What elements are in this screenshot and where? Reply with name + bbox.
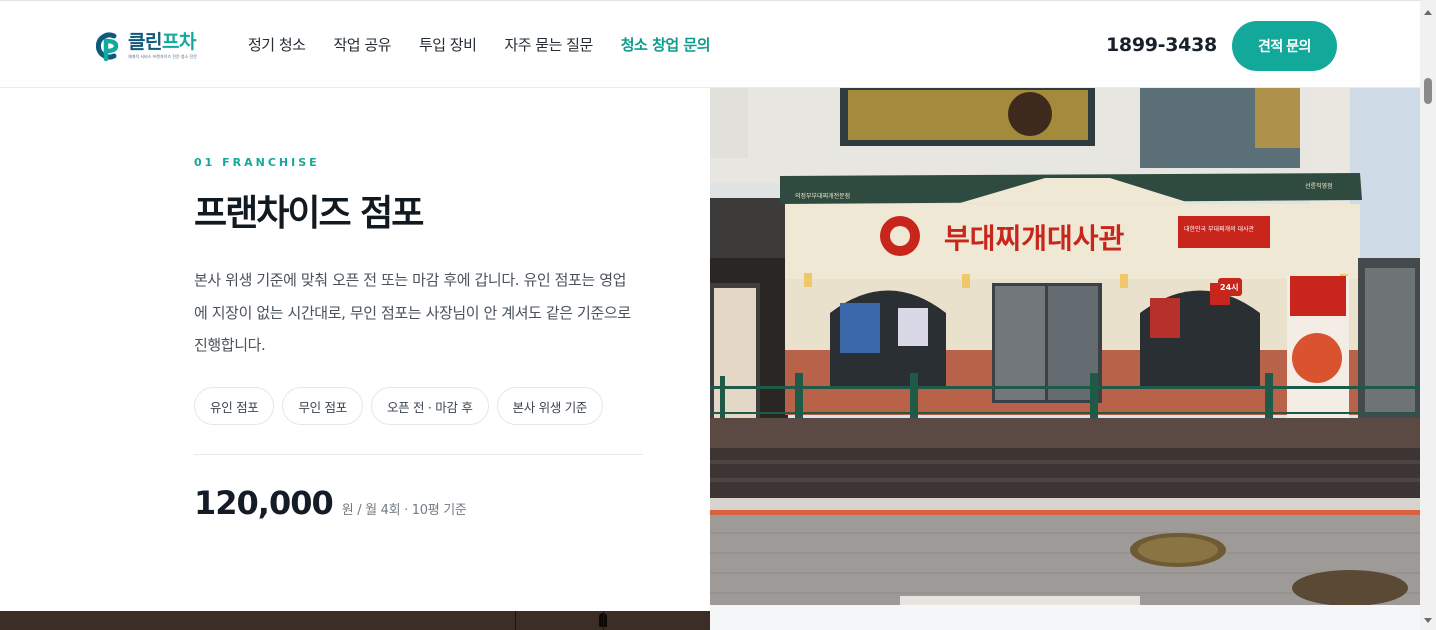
logo[interactable]: 클린프차 체계적 서비스 프랜차이즈 전문 청소 전문	[92, 29, 197, 63]
tag-list: 유인 점포 무인 점포 오픈 전 · 마감 후 본사 위생 기준	[194, 387, 604, 425]
logo-name-accent: 프차	[161, 31, 196, 53]
tag-staffed-store: 유인 점포	[194, 387, 275, 425]
sign-branch-text: 선릉직영점	[1305, 182, 1333, 190]
logo-mark-icon	[92, 30, 124, 62]
nav-item-startup-inquiry[interactable]: 청소 창업 문의	[621, 35, 711, 55]
quote-inquiry-button[interactable]: 견적 문의	[1232, 21, 1337, 71]
divider	[194, 454, 643, 455]
tag-before-after-hours: 오픈 전 · 마감 후	[370, 387, 489, 425]
section-title: 프랜차이즈 점포	[194, 193, 424, 234]
phone-number[interactable]: 1899-3438	[1106, 34, 1217, 56]
logo-tagline: 체계적 서비스 프랜차이즈 전문 청소 전문	[128, 54, 197, 59]
main-nav: 정기 청소 작업 공유 투입 장비 자주 묻는 질문 청소 창업 문의	[248, 35, 711, 55]
section-eyebrow: 01 FRANCHISE	[194, 156, 320, 169]
nav-item-work-share[interactable]: 작업 공유	[333, 35, 391, 55]
sign-main-text: 부대찌개대사관	[944, 222, 1125, 255]
price-value: 120,000	[194, 484, 334, 522]
pendant-lamp-cord	[515, 611, 516, 630]
price: 120,000 원 / 월 4회 · 10평 기준	[194, 484, 467, 522]
next-section-background	[710, 605, 1420, 630]
nav-item-equipment[interactable]: 투입 장비	[419, 35, 477, 55]
tag-hq-hygiene-standard: 본사 위생 기준	[496, 387, 604, 425]
nav-item-regular-cleaning[interactable]: 정기 청소	[248, 35, 306, 55]
scroll-thumb[interactable]	[1424, 78, 1432, 104]
badge-24h: 24시	[1220, 283, 1239, 292]
page-scrollbar[interactable]	[1420, 0, 1436, 630]
scroll-down-arrow-icon[interactable]	[1420, 612, 1436, 628]
section-description: 본사 위생 기준에 맞춰 오픈 전 또는 마감 후에 갑니다. 유인 점포는 영…	[194, 271, 631, 354]
scroll-up-arrow-icon[interactable]	[1420, 4, 1436, 20]
price-unit: 원 / 월 4회 · 10평 기준	[341, 503, 467, 518]
next-section-photo-preview	[0, 611, 710, 630]
tag-unmanned-store: 무인 점포	[282, 387, 363, 425]
site-header: 클린프차 체계적 서비스 프랜차이즈 전문 청소 전문 정기 청소 작업 공유 …	[0, 0, 1420, 88]
pendant-lamp-cord	[603, 611, 604, 630]
nav-item-faq[interactable]: 자주 묻는 질문	[504, 35, 593, 55]
storefront-photo: 부대찌개대사관 의정부부대찌개전문점 선릉직영점 대한민국 부대찌개의 대사관 …	[710, 88, 1420, 605]
sign-side-text: 대한민국 부대찌개의 대사관	[1184, 225, 1255, 233]
sign-sub-text: 의정부부대찌개전문점	[795, 192, 850, 200]
logo-name-main: 클린	[128, 31, 162, 53]
